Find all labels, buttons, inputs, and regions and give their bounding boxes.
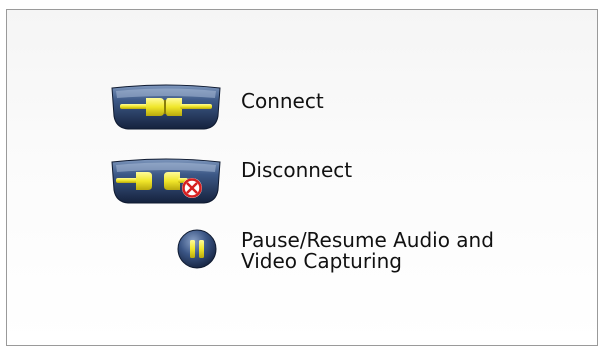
- pause-resume-label-line1: Pause/Resume Audio and: [241, 228, 494, 252]
- pause-resume-label-line2: Video Capturing: [241, 249, 402, 273]
- connect-label: Connect: [241, 89, 324, 113]
- pause-resume-button[interactable]: [176, 228, 218, 270]
- legend-panel: Connect Disconnect Pause/Resume Audio an…: [6, 9, 598, 346]
- connect-plug-icon: [111, 84, 221, 130]
- connect-button[interactable]: [108, 84, 224, 132]
- pause-icon: [177, 229, 217, 269]
- disconnect-label: Disconnect: [241, 158, 353, 182]
- disconnect-button[interactable]: [108, 158, 224, 206]
- disconnect-plug-icon: [111, 158, 221, 204]
